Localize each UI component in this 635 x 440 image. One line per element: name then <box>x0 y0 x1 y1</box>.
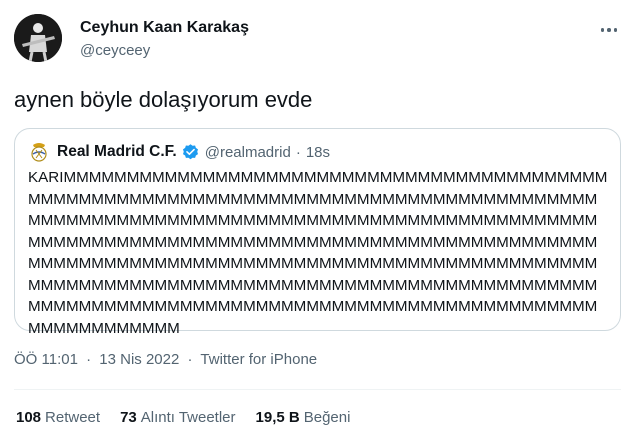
quoted-text-line: MMMMMMMMMMMMMMMMMMMMMMMMMMMMMMMMMMMMMMMM… <box>28 233 598 251</box>
more-dots-icon[interactable] <box>597 20 621 40</box>
separator-dot: · <box>86 351 92 368</box>
likes-count: 19,5 B <box>255 409 300 426</box>
quoted-text-line: MMMMMMMMMMMMMMMMMMMMMMMMMMMMMMMMMMMMMMMM… <box>28 190 598 208</box>
tweet-source-link[interactable]: Twitter for iPhone <box>200 351 317 368</box>
quote-tweets-label: Alıntı Tweetler <box>140 409 236 426</box>
retweets-stat[interactable]: 108 Retweet <box>16 409 100 426</box>
quoted-text-line: MMMMMMMMMMMM <box>28 319 180 337</box>
quoted-tweet-text: KARIMMMMMMMMMMMMMMMMMMMMMMMMMMMMMMMMMMMM… <box>28 167 618 339</box>
quoted-tweet[interactable]: Real Madrid C.F. @realmadrid · 18s KARIM… <box>14 128 621 337</box>
author-name[interactable]: Ceyhun Kaan Karakaş <box>80 19 249 37</box>
quoted-tweet-header: Real Madrid C.F. @realmadrid · 18s <box>28 141 330 163</box>
quote-tweets-stat[interactable]: 73 Alıntı Tweetler <box>120 409 235 426</box>
retweets-count: 108 <box>16 409 42 426</box>
tweet-date[interactable]: 13 Nis 2022 <box>99 351 179 368</box>
quote-tweets-count: 73 <box>120 409 137 426</box>
quoted-text-line: MMMMMMMMMMMMMMMMMMMMMMMMMMMMMMMMMMMMMMMM… <box>28 298 598 315</box>
tweet-metadata: ÖÖ 11:01 · 13 Nis 2022 · Twitter for iPh… <box>14 351 317 368</box>
separator-dot: · <box>295 143 301 161</box>
tweet-stats: 108 Retweet 73 Alıntı Tweetler 19,5 B Beğen… <box>16 409 370 426</box>
tweet-header: Ceyhun Kaan Karakaş @ceyceey <box>14 14 621 62</box>
separator-dot: · <box>187 351 193 368</box>
tweet-time[interactable]: ÖÖ 11:01 <box>14 351 78 368</box>
quoted-text-line: MMMMMMMMMMMMMMMMMMMMMMMMMMMMMMMMMMMMMMMM… <box>28 212 598 229</box>
author-handle[interactable]: @ceyceey <box>80 42 150 59</box>
verified-badge-icon <box>182 143 198 159</box>
avatar[interactable] <box>14 14 62 62</box>
quoted-text-line: MMMMMMMMMMMMMMMMMMMMMMMMMMMMMMMMMMMMMMMM… <box>28 276 598 294</box>
quoted-author-name[interactable]: Real Madrid C.F. <box>57 143 177 161</box>
retweets-label: Retweet <box>45 409 101 426</box>
divider <box>14 389 621 390</box>
real-madrid-crest-icon <box>31 143 47 162</box>
likes-label: Beğeni <box>303 409 351 426</box>
quoted-text-line: MMMMMMMMMMMMMMMMMMMMMMMMMMMMMMMMMMMMMMMM… <box>28 255 598 272</box>
likes-stat[interactable]: 19,5 B Beğeni <box>256 409 351 426</box>
tweet-text: aynen böyle dolaşıyorum evde <box>14 87 313 112</box>
quoted-author-handle[interactable]: @realmadrid <box>205 144 291 161</box>
avatar-image <box>14 14 62 62</box>
quoted-timestamp[interactable]: 18s <box>306 144 330 161</box>
quoted-text-line: KARIMMMMMMMMMMMMMMMMMMMMMMMMMMMMMMMMMMMM… <box>28 169 608 186</box>
